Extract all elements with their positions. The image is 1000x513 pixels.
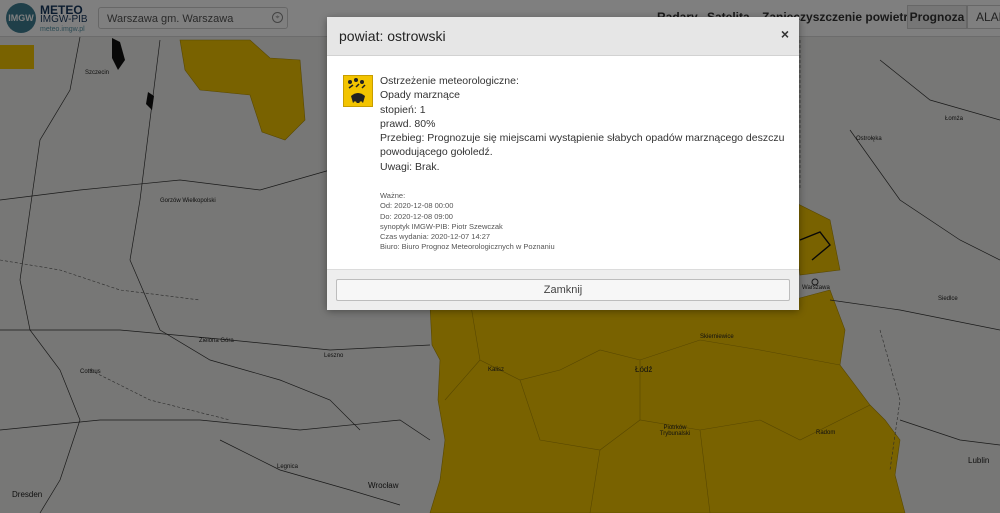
valid-from: Od: 2020-12-08 00:00 xyxy=(380,201,454,211)
warning-description: Ostrzeżenie meteorologiczne: Opady marzn… xyxy=(380,74,785,174)
close-button[interactable]: Zamknij xyxy=(336,279,790,301)
warning-remarks: Uwagi: Brak. xyxy=(380,160,440,173)
warning-dialog: powiat: ostrowski × Ostrzeżenie meteorol… xyxy=(327,17,799,310)
warning-level: stopień: 1 xyxy=(380,103,426,116)
issue-time: Czas wydania: 2020-12-07 14:27 xyxy=(380,232,491,242)
freezing-rain-warning-icon xyxy=(343,75,373,107)
dialog-title: powiat: ostrowski xyxy=(339,28,446,44)
warning-probability: prawd. 80% xyxy=(380,117,436,130)
warning-course-cont: powodującego gołoledź. xyxy=(380,146,493,159)
dialog-header: powiat: ostrowski × xyxy=(327,17,799,56)
warning-metadata: Ważne: Od: 2020-12-08 00:00 Do: 2020-12-… xyxy=(380,191,555,253)
issuing-office: Biuro: Biuro Prognoz Meteorologicznych w… xyxy=(380,242,555,252)
valid-to: Do: 2020-12-08 09:00 xyxy=(380,211,453,221)
valid-label: Ważne: xyxy=(380,191,406,200)
close-icon[interactable]: × xyxy=(781,26,789,42)
warning-type: Opady marznące xyxy=(380,89,460,102)
dialog-footer: Zamknij xyxy=(327,269,799,310)
warning-course: Przebieg: Prognozuje się miejscami wystą… xyxy=(380,132,785,145)
forecaster: synoptyk IMGW-PIB: Piotr Szewczak xyxy=(380,221,503,231)
warning-heading: Ostrzeżenie meteorologiczne: xyxy=(380,75,519,87)
